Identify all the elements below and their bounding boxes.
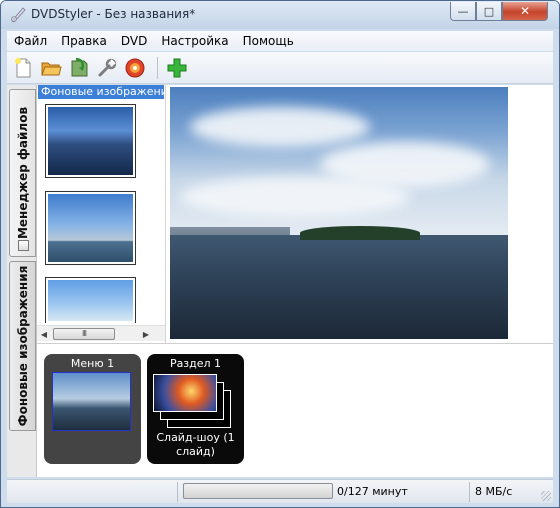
menu-edit[interactable]: Правка bbox=[54, 31, 114, 51]
menu-settings[interactable]: Настройка bbox=[154, 31, 235, 51]
status-duration: 0/127 минут bbox=[337, 485, 408, 498]
minimize-icon: — bbox=[457, 4, 469, 18]
titleset-manager: Меню 1 Раздел 1 Слайд-шоу (1 слайд) bbox=[37, 343, 553, 477]
tab-backgrounds-label: Фоновые изображения bbox=[15, 265, 30, 427]
settings-icon bbox=[98, 58, 117, 77]
tab-backgrounds[interactable]: Фоновые изображения bbox=[9, 261, 36, 431]
menu-card-label: Меню 1 bbox=[70, 357, 115, 370]
section-card-label: Раздел 1 bbox=[169, 357, 222, 370]
open-button[interactable] bbox=[39, 56, 63, 80]
new-icon bbox=[15, 58, 31, 78]
open-icon bbox=[41, 62, 62, 76]
menu-card-thumbnail bbox=[52, 372, 131, 431]
tab-file-manager[interactable]: Менеджер файлов bbox=[9, 89, 36, 257]
panel-header: Фоновые изображения bbox=[38, 85, 164, 99]
preview-cloud bbox=[180, 177, 410, 217]
scroll-right-icon[interactable]: ▶ bbox=[139, 326, 153, 342]
menu-file[interactable]: Файл bbox=[7, 31, 54, 51]
burn-button[interactable] bbox=[123, 56, 147, 80]
maximize-button[interactable]: □ bbox=[476, 2, 502, 21]
menu-card[interactable]: Меню 1 bbox=[44, 354, 141, 464]
client-area: Менеджер файлов Фоновые изображения Фоно… bbox=[7, 85, 553, 477]
sidebar-tabs: Менеджер файлов Фоновые изображения bbox=[7, 85, 37, 477]
menu-help[interactable]: Помощь bbox=[236, 31, 301, 51]
thumbnail-image bbox=[48, 107, 133, 175]
close-icon: ✕ bbox=[519, 4, 531, 18]
app-logo-icon bbox=[11, 7, 26, 23]
thumbnails-horizontal-scrollbar[interactable]: ◀ III ▶ bbox=[37, 325, 165, 341]
menu-bar: Файл Правка DVD Настройка Помощь bbox=[7, 31, 553, 51]
menu-background-preview[interactable] bbox=[170, 87, 508, 339]
preview-cloud bbox=[190, 107, 370, 147]
status-bitrate: 8 МБ/с bbox=[475, 485, 513, 498]
add-icon bbox=[167, 58, 187, 78]
resize-grip[interactable] bbox=[541, 491, 551, 501]
add-button[interactable] bbox=[165, 56, 189, 80]
title-bar[interactable]: DVDStyler - Без названия* — □ ✕ bbox=[1, 1, 559, 29]
background-thumbnail[interactable] bbox=[45, 277, 136, 323]
tab-file-manager-label: Менеджер файлов bbox=[15, 106, 30, 240]
toolbar bbox=[7, 52, 553, 84]
disc-usage-progress bbox=[183, 483, 333, 499]
slide-thumbnail bbox=[153, 374, 217, 412]
tab-checkbox-icon bbox=[18, 240, 29, 251]
background-thumbnails-panel: Фоновые изображения ▲ ▼ bbox=[37, 85, 196, 343]
preview-sea bbox=[170, 235, 508, 339]
background-thumbnail[interactable] bbox=[45, 191, 136, 265]
burn-icon bbox=[125, 58, 145, 78]
background-thumbnail[interactable] bbox=[45, 104, 136, 178]
settings-button[interactable] bbox=[95, 56, 119, 80]
section-card[interactable]: Раздел 1 Слайд-шоу (1 слайд) bbox=[147, 354, 244, 464]
preview-island bbox=[300, 226, 420, 240]
toolbar-separator bbox=[157, 57, 158, 79]
new-button[interactable] bbox=[11, 56, 35, 80]
horizontal-scroll-thumb[interactable]: III bbox=[53, 328, 115, 340]
status-separator bbox=[177, 482, 178, 502]
section-card-caption: Слайд-шоу (1 слайд) bbox=[156, 431, 235, 458]
minimize-button[interactable]: — bbox=[450, 2, 476, 21]
thumbnail-image bbox=[48, 194, 133, 262]
maximize-icon: □ bbox=[483, 4, 495, 18]
app-window: DVDStyler - Без названия* — □ ✕ Файл Пра… bbox=[0, 0, 560, 508]
save-button[interactable] bbox=[67, 56, 91, 80]
thumbnail-image bbox=[48, 280, 133, 321]
close-button[interactable]: ✕ bbox=[502, 2, 548, 21]
status-bar: 0/127 минут 8 МБ/с bbox=[7, 479, 553, 503]
save-icon bbox=[71, 57, 88, 77]
status-separator bbox=[469, 482, 470, 502]
window-title: DVDStyler - Без названия* bbox=[31, 7, 196, 21]
scroll-left-icon[interactable]: ◀ bbox=[37, 326, 51, 342]
menu-editor-canvas[interactable] bbox=[165, 85, 553, 343]
menu-dvd[interactable]: DVD bbox=[114, 31, 154, 51]
